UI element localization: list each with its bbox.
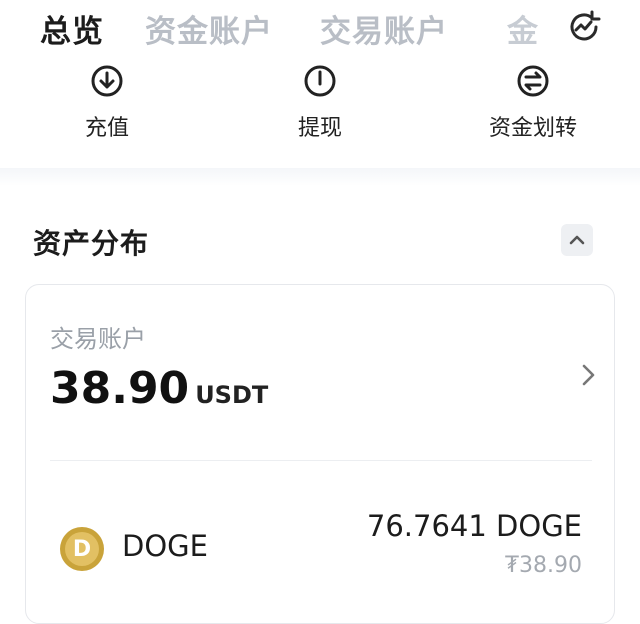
power-icon xyxy=(304,65,336,97)
download-icon xyxy=(91,65,123,97)
quick-actions: 充值 提现 资金划转 xyxy=(0,62,640,152)
tab-partial[interactable]: 金 xyxy=(507,6,542,51)
asset-row-doge[interactable]: D DOGE 76.7641 DOGE ₮38.90 xyxy=(26,505,614,595)
balance-unit: USDT xyxy=(195,381,269,409)
tab-trading-account[interactable]: 交易账户 xyxy=(320,6,448,51)
tab-overview[interactable]: 总览 xyxy=(40,6,104,51)
doge-coin-icon: D xyxy=(60,527,104,571)
history-icon xyxy=(570,10,601,41)
asset-quantity: 76.7641 DOGE xyxy=(366,509,582,543)
balance-amount: 38.90 xyxy=(50,363,190,414)
deposit-label: 充值 xyxy=(84,116,129,141)
coin-letter: D xyxy=(65,532,99,566)
account-tabs: 总览 资金账户 交易账户 金 xyxy=(0,0,640,56)
section-title: 资产分布 xyxy=(33,227,150,260)
card-divider xyxy=(50,460,592,461)
collapse-button[interactable] xyxy=(561,224,593,256)
withdraw-button[interactable]: 提现 xyxy=(245,62,395,142)
transfer-label: 资金划转 xyxy=(488,116,577,141)
chevron-up-icon xyxy=(569,235,585,245)
history-button[interactable] xyxy=(565,8,603,46)
transfer-button[interactable]: 资金划转 xyxy=(458,62,608,142)
account-balance: 38.90 USDT xyxy=(50,363,268,414)
asset-value: ₮38.90 xyxy=(505,553,582,578)
trading-account-card[interactable]: 交易账户 38.90 USDT D DOGE 76.7641 DOGE ₮38.9… xyxy=(25,284,615,624)
tab-funding-account[interactable]: 资金账户 xyxy=(145,6,273,51)
transfer-icon xyxy=(517,65,549,97)
deposit-button[interactable]: 充值 xyxy=(32,62,182,142)
asset-name: DOGE xyxy=(122,529,208,563)
chevron-right-icon[interactable] xyxy=(578,361,598,389)
section-divider xyxy=(0,168,640,186)
withdraw-label: 提现 xyxy=(297,116,342,141)
account-label: 交易账户 xyxy=(50,325,146,353)
